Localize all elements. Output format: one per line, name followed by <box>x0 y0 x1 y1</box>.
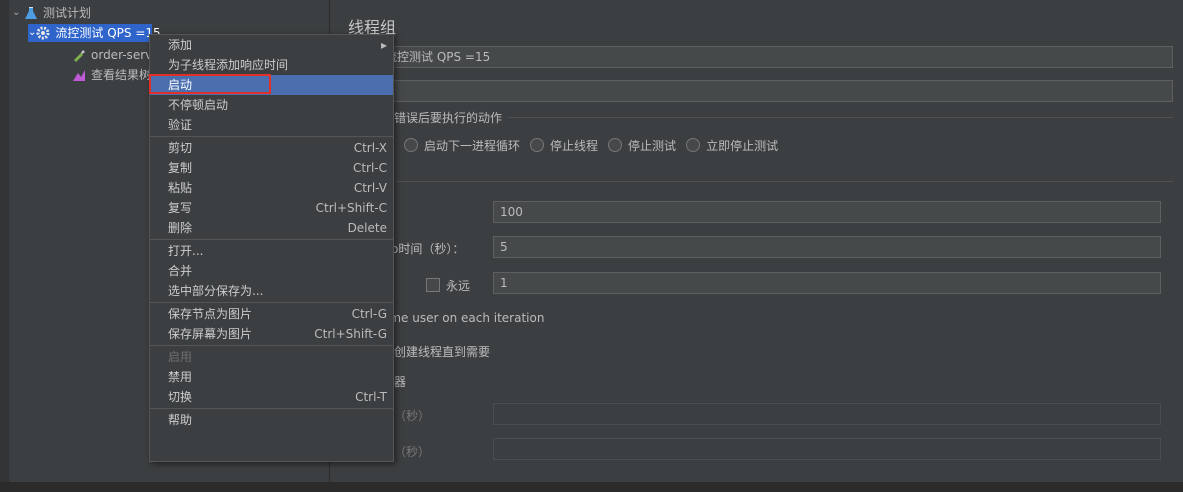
menu-item-label: 粘贴 <box>168 181 193 195</box>
menu-shortcut: Ctrl-C <box>352 161 387 175</box>
menu-item-label: 合并 <box>168 264 193 278</box>
stop-thread-label: 停止线程 <box>550 139 599 153</box>
chevron-down-icon[interactable]: ⌄ <box>12 4 24 22</box>
menu-separator <box>150 302 393 303</box>
menu-shortcut: Ctrl-G <box>351 307 387 321</box>
error-action-label: 器错误后要执行的动作 <box>382 111 503 125</box>
menu-item-14[interactable]: 选中部分保存为... <box>150 281 393 301</box>
pipette-icon <box>72 48 86 62</box>
menu-item-label: 保存节点为图片 <box>168 307 253 321</box>
duration-input[interactable] <box>493 403 1161 425</box>
menu-item-6[interactable]: 剪切 Ctrl-X <box>150 138 393 158</box>
menu-item-label: 添加 <box>168 38 193 52</box>
stop-now-label: 立即停止测试 <box>706 139 779 153</box>
tree-item-test-plan[interactable]: ⌄ 测试计划 <box>12 4 91 22</box>
menu-item-20[interactable]: 禁用 <box>150 367 393 387</box>
menu-item-label: 保存屏幕为图片 <box>168 327 253 341</box>
menu-shortcut: Delete <box>347 221 387 235</box>
same-user-label: ame user on each iteration <box>382 311 545 325</box>
menu-item-label: 复制 <box>168 161 193 175</box>
forever-checkbox[interactable] <box>426 278 440 292</box>
menu-item-1[interactable]: 为子线程添加响应时间 <box>150 55 393 75</box>
tree-item-listener[interactable]: 查看结果树 <box>72 66 151 84</box>
context-menu: 添加 ▸ 为子线程添加响应时间启动不停顿启动验证剪切 Ctrl-X 复制 Ctrl-C 粘贴… <box>149 34 394 462</box>
menu-item-0[interactable]: 添加 ▸ <box>150 35 393 55</box>
error-action-options: 续启动下一进程循环停止线程停止测试立即停止测试 <box>382 137 778 154</box>
menu-item-label: 选中部分保存为... <box>168 284 264 298</box>
threads-input[interactable]: 100 <box>493 201 1161 223</box>
menu-item-13[interactable]: 合并 <box>150 261 393 281</box>
rampup-input[interactable]: 5 <box>493 236 1161 258</box>
tree-item-thread-group[interactable]: ⌄ 流控测试 QPS =15 <box>28 24 161 42</box>
menu-item-label: 启用 <box>168 350 193 364</box>
submenu-arrow-icon: ▸ <box>380 38 387 52</box>
menu-separator <box>150 408 393 409</box>
menu-item-label: 帮助 <box>168 413 193 427</box>
section-divider <box>396 181 1173 182</box>
menu-item-label: 打开... <box>168 244 204 258</box>
section-divider <box>508 117 1173 118</box>
tree-item-sampler[interactable]: order-servi <box>72 46 156 64</box>
rampup-label: Up时间（秒）： <box>382 242 465 256</box>
menu-item-label: 禁用 <box>168 370 193 384</box>
stop-test-label: 停止测试 <box>628 139 677 153</box>
delay-thread-label: 迟创建线程直到需要 <box>382 345 491 359</box>
tree-item-label: 查看结果树 <box>91 68 152 82</box>
menu-item-12[interactable]: 打开... <box>150 241 393 261</box>
next-loop-label: 启动下一进程循环 <box>424 139 521 153</box>
name-field[interactable]: 流控测试 QPS =15 <box>378 46 1173 68</box>
menu-item-label: 为子线程添加响应时间 <box>168 58 289 72</box>
forever-option[interactable]: 永远 <box>426 277 470 294</box>
chevron-down-icon[interactable]: ⌄ <box>28 24 36 42</box>
menu-shortcut: Ctrl-X <box>353 141 387 155</box>
menu-item-23[interactable]: 帮助 <box>150 410 393 430</box>
menu-item-label: 复写 <box>168 201 193 215</box>
comment-field[interactable] <box>378 80 1173 102</box>
menu-separator <box>150 239 393 240</box>
menu-item-8[interactable]: 粘贴 Ctrl-V <box>150 178 393 198</box>
menu-item-label: 删除 <box>168 221 193 235</box>
radio-stop-now[interactable] <box>686 138 701 152</box>
highlight-box <box>149 74 271 94</box>
menu-separator <box>150 136 393 137</box>
flask-icon <box>24 6 38 20</box>
menu-item-9[interactable]: 复写 Ctrl+Shift-C <box>150 198 393 218</box>
menu-item-label: 验证 <box>168 118 193 132</box>
menu-item-17[interactable]: 保存屏幕为图片 Ctrl+Shift-G <box>150 324 393 344</box>
menu-shortcut: Ctrl-T <box>355 390 387 404</box>
menu-shortcut: Ctrl+Shift-G <box>314 327 387 341</box>
chart-icon <box>72 68 86 82</box>
menu-item-label: 剪切 <box>168 141 193 155</box>
tree-item-label: 测试计划 <box>43 6 92 20</box>
gear-icon <box>36 26 50 40</box>
startup-delay-input[interactable] <box>493 438 1161 460</box>
tree-item-label: 流控测试 QPS =15 <box>55 26 161 40</box>
menu-item-16[interactable]: 保存节点为图片 Ctrl-G <box>150 304 393 324</box>
menu-item-4[interactable]: 验证 <box>150 115 393 135</box>
radio-next-loop[interactable] <box>404 138 419 152</box>
menu-item-19: 启用 <box>150 347 393 367</box>
tree-item-label: order-servi <box>91 48 156 62</box>
loop-count-input[interactable]: 1 <box>493 272 1161 294</box>
menu-item-7[interactable]: 复制 Ctrl-C <box>150 158 393 178</box>
menu-item-21[interactable]: 切换 Ctrl-T <box>150 387 393 407</box>
menu-item-3[interactable]: 不停顿启动 <box>150 95 393 115</box>
thread-group-panel: 线程组 流控测试 QPS =15 器错误后要执行的动作 续启动下一进程循环停止线… <box>330 0 1183 482</box>
tree-left-strip <box>0 0 9 482</box>
status-strip <box>0 482 1183 492</box>
menu-separator <box>150 345 393 346</box>
menu-shortcut: Ctrl+Shift-C <box>315 201 387 215</box>
menu-item-10[interactable]: 删除 Delete <box>150 218 393 238</box>
menu-shortcut: Ctrl-V <box>353 181 387 195</box>
radio-stop-test[interactable] <box>608 138 623 152</box>
forever-label: 永远 <box>446 279 471 293</box>
menu-item-2[interactable]: 启动 <box>149 74 393 95</box>
radio-stop-thread[interactable] <box>530 138 545 152</box>
menu-item-label: 切换 <box>168 390 193 404</box>
menu-item-label: 不停顿启动 <box>168 98 229 112</box>
